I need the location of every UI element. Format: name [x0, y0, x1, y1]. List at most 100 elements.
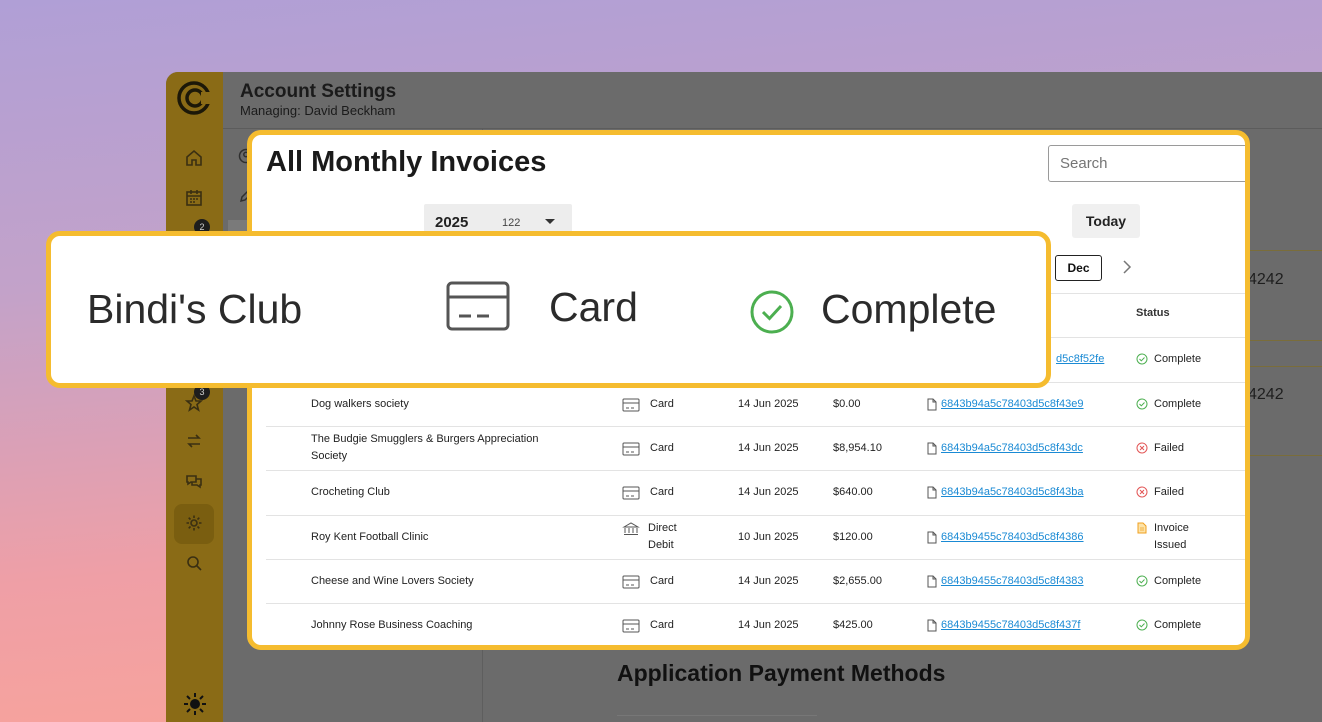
file-icon [927, 575, 937, 588]
bg-divider [1246, 340, 1322, 341]
file-icon [927, 486, 937, 499]
amount-cell: $2,655.00 [833, 575, 882, 587]
invoice-link-text[interactable]: d5c8f52fe [1056, 351, 1104, 368]
home-icon[interactable] [183, 147, 205, 169]
method-text: Card [650, 398, 674, 410]
invoice-cell[interactable]: 6843b9455c78403d5c8f437f [926, 617, 1080, 634]
table-row[interactable]: Johnny Rose Business Coaching Card 14 Ju… [266, 603, 1245, 645]
invoices-title: All Monthly Invoices [266, 146, 547, 178]
file-icon [927, 619, 937, 632]
card-icon [446, 281, 510, 331]
calendar-icon[interactable] [183, 187, 205, 209]
table-row[interactable]: Roy Kent Football Clinic Direct Debit 10… [266, 515, 1245, 559]
status-text: Complete [1154, 619, 1202, 631]
x-circle-icon [1136, 442, 1148, 454]
club-name: The Budgie Smugglers & Burgers Appreciat… [311, 433, 539, 462]
method-cell: Card [622, 484, 674, 501]
table-row[interactable]: Cheese and Wine Lovers Society Card 14 J… [266, 559, 1245, 603]
invoice-cell[interactable]: 6843b9455c78403d5c8f4386 [926, 529, 1084, 546]
date-cell: 10 Jun 2025 [738, 531, 799, 543]
check-circle-icon [1136, 353, 1148, 365]
club-name: Cheese and Wine Lovers Society [311, 575, 474, 587]
chevron-down-icon [545, 219, 555, 224]
invoice-link[interactable]: 6843b94a5c78403d5c8f43ba [941, 484, 1084, 501]
star-icon[interactable] [183, 392, 205, 414]
zoom-status: Complete [821, 286, 997, 332]
club-name: Roy Kent Football Clinic [311, 531, 429, 543]
bg-divider [1246, 366, 1322, 367]
status-cell: Failed [1136, 440, 1184, 457]
file-icon [927, 398, 937, 411]
check-circle-icon [1136, 398, 1148, 410]
method-text: Direct Debit [648, 522, 677, 551]
status-cell: Invoice Issued [1136, 520, 1216, 554]
status-cell: Complete [1136, 617, 1201, 634]
chevron-right-icon[interactable] [1120, 257, 1134, 277]
status-text: Failed [1154, 486, 1184, 498]
status-text: Complete [1154, 353, 1202, 365]
search-input[interactable] [1048, 145, 1245, 182]
status-text: Complete [1154, 575, 1202, 587]
method-text: Card [650, 575, 674, 587]
nav-rail: 2 3 [166, 72, 223, 722]
method-cell: Card [622, 440, 674, 457]
section-box [617, 715, 817, 722]
invoice-issued-icon [1137, 522, 1147, 534]
club-name: Crocheting Club [311, 486, 390, 498]
amount-cell: $640.00 [833, 486, 873, 498]
check-circle-icon [750, 290, 794, 334]
repeat-icon[interactable] [183, 430, 205, 452]
chat-icon[interactable] [183, 470, 205, 492]
x-circle-icon [1136, 486, 1148, 498]
search-icon[interactable] [183, 552, 205, 574]
invoice-link[interactable]: 6843b9455c78403d5c8f437f [941, 617, 1080, 634]
status-column-header: Status [1136, 307, 1170, 319]
invoice-link[interactable]: 6843b94a5c78403d5c8f43e9 [941, 396, 1084, 413]
invoice-cell[interactable]: 6843b94a5c78403d5c8f43e9 [926, 396, 1084, 413]
table-row[interactable]: Dog walkers society Card 14 Jun 2025 $0.… [266, 382, 1245, 426]
theme-toggle-icon[interactable] [183, 692, 207, 716]
status-cell: Complete [1136, 396, 1201, 413]
year-count: 122 [502, 217, 521, 229]
method-text: Card [650, 442, 674, 454]
brand-logo-icon [177, 81, 211, 115]
card-icon [622, 619, 640, 632]
zoom-method: Card [549, 284, 638, 330]
settings-icon[interactable] [183, 512, 205, 534]
year-value: 2025 [435, 214, 469, 231]
method-text: Card [650, 619, 674, 631]
amount-cell: $8,954.10 [833, 442, 882, 454]
status-text: Invoice Issued [1154, 522, 1189, 551]
amount-cell: $425.00 [833, 619, 873, 631]
file-icon [927, 442, 937, 455]
status-cell: Complete [1136, 573, 1201, 590]
check-circle-icon [1136, 619, 1148, 631]
amount-cell: $120.00 [833, 531, 873, 543]
bg-card-number: 4242 [1248, 386, 1284, 403]
table-row[interactable]: Crocheting Club Card 14 Jun 2025 $640.00… [266, 470, 1245, 514]
invoice-cell[interactable]: 6843b9455c78403d5c8f4383 [926, 573, 1084, 590]
method-cell: Card [622, 573, 674, 590]
invoice-cell[interactable]: 6843b94a5c78403d5c8f43dc [926, 440, 1083, 457]
invoice-link[interactable]: 6843b94a5c78403d5c8f43dc [941, 440, 1083, 457]
bank-icon [622, 522, 640, 535]
invoice-link[interactable]: 6843b9455c78403d5c8f4386 [941, 529, 1084, 546]
invoices-panel: All Monthly Invoices 2025 122 Today Dec … [247, 130, 1250, 650]
card-icon [622, 575, 640, 588]
card-icon [622, 398, 640, 411]
status-cell: Failed [1136, 484, 1184, 501]
zoom-club-name: Bindi's Club [87, 286, 303, 332]
invoice-cell[interactable]: 6843b94a5c78403d5c8f43ba [926, 484, 1084, 501]
invoice-link[interactable]: d5c8f52fe [1053, 351, 1104, 368]
method-cell: Card [622, 396, 674, 413]
table-row[interactable]: The Budgie Smugglers & Burgers Appreciat… [266, 426, 1245, 470]
month-dec-button[interactable]: Dec [1055, 255, 1102, 281]
bg-card-number: 4242 [1248, 271, 1284, 288]
date-cell: 14 Jun 2025 [738, 486, 799, 498]
today-button[interactable]: Today [1072, 204, 1140, 238]
date-cell: 14 Jun 2025 [738, 619, 799, 631]
invoice-link[interactable]: 6843b9455c78403d5c8f4383 [941, 573, 1084, 590]
header-divider [223, 128, 1322, 129]
status-text: Complete [1154, 398, 1202, 410]
method-cell: Card [622, 617, 674, 634]
